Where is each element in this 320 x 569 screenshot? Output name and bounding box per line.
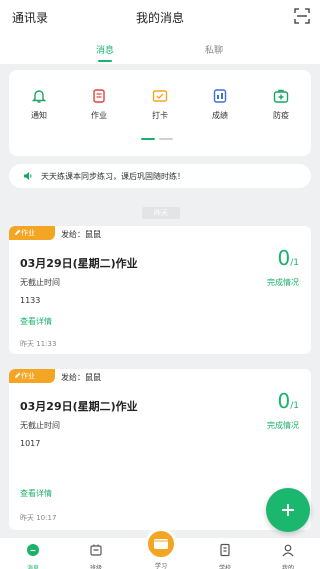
pencil-icon (15, 229, 21, 235)
date-separator: 昨天 (142, 207, 180, 219)
message-body: 1017 (20, 439, 41, 448)
function-epidemic[interactable]: 防疫 (261, 88, 301, 121)
scan-icon[interactable] (294, 8, 310, 24)
tab-messages[interactable]: 消息 (96, 43, 114, 56)
tab-bar: 消息 私聊 (0, 34, 320, 64)
homework-badge: 作业 (9, 226, 55, 240)
checkin-icon (152, 90, 168, 102)
class-icon (90, 544, 102, 556)
homework-icon (93, 89, 105, 103)
message-title: 03月29日(星期二)作业 (20, 257, 138, 270)
nav-study-label: 学习 (154, 563, 167, 569)
function-grades[interactable]: 成绩 (200, 88, 240, 121)
function-notice[interactable]: 通知 (19, 88, 59, 121)
bell-icon (31, 90, 47, 103)
message-icon (27, 544, 39, 556)
completion-status-link[interactable]: 完成情况 (267, 420, 299, 431)
top-bar: 通讯录 我的消息 (0, 0, 320, 34)
function-label: 通知 (31, 111, 47, 120)
message-card[interactable]: 作业 发给：鼠鼠 03月29日(星期二)作业 无截止时间 1133 查看详情 昨… (9, 226, 311, 354)
function-checkin[interactable]: 打卡 (140, 88, 180, 121)
pencil-icon (15, 372, 21, 378)
sender: 发给：鼠鼠 (61, 230, 101, 239)
deadline: 无截止时间 (20, 421, 60, 430)
function-label: 防疫 (273, 111, 289, 120)
sender: 发给：鼠鼠 (61, 373, 101, 382)
nav-study[interactable] (145, 528, 177, 560)
message-body: 1133 (20, 296, 41, 305)
notice-text: 天天练课本同步练习，课后巩固随时练！ (41, 172, 185, 181)
view-details-link[interactable]: 查看详情 (20, 488, 52, 499)
nav-profile[interactable]: 我的 (268, 542, 308, 569)
function-label: 打卡 (152, 111, 168, 120)
study-icon (154, 539, 168, 549)
timestamp: 昨天 10:17 (20, 514, 57, 522)
medkit-icon (273, 89, 289, 103)
nav-messages[interactable]: 消息 (13, 542, 53, 569)
tab-indicator (98, 60, 112, 62)
completion-status-link[interactable]: 完成情况 (267, 277, 299, 288)
completion-count: 0/1 (277, 246, 300, 270)
function-homework[interactable]: 作业 (79, 88, 119, 121)
message-title: 03月29日(星期二)作业 (20, 400, 138, 413)
function-panel: 通知 作业 打卡 成绩 防疫 (9, 70, 311, 156)
add-button[interactable] (266, 488, 310, 532)
profile-icon (282, 544, 294, 557)
homework-badge: 作业 (9, 369, 55, 383)
notice-banner[interactable]: 天天练课本同步练习，课后巩固随时练！ (9, 164, 311, 188)
view-details-link[interactable]: 查看详情 (20, 316, 52, 327)
tab-private[interactable]: 私聊 (205, 43, 223, 56)
completion-count: 0/1 (277, 389, 300, 413)
page-title: 我的消息 (135, 11, 184, 25)
page-indicator (141, 138, 177, 157)
function-label: 成绩 (212, 111, 228, 120)
timestamp: 昨天 11:33 (20, 340, 57, 348)
deadline: 无截止时间 (20, 278, 60, 287)
grades-icon (213, 89, 227, 103)
plus-icon (282, 504, 294, 516)
nav-school[interactable]: 学校 (205, 542, 245, 569)
nav-class[interactable]: 班级 (76, 542, 116, 569)
function-label: 作业 (91, 111, 107, 120)
school-icon (220, 543, 230, 557)
speaker-icon (24, 172, 32, 180)
